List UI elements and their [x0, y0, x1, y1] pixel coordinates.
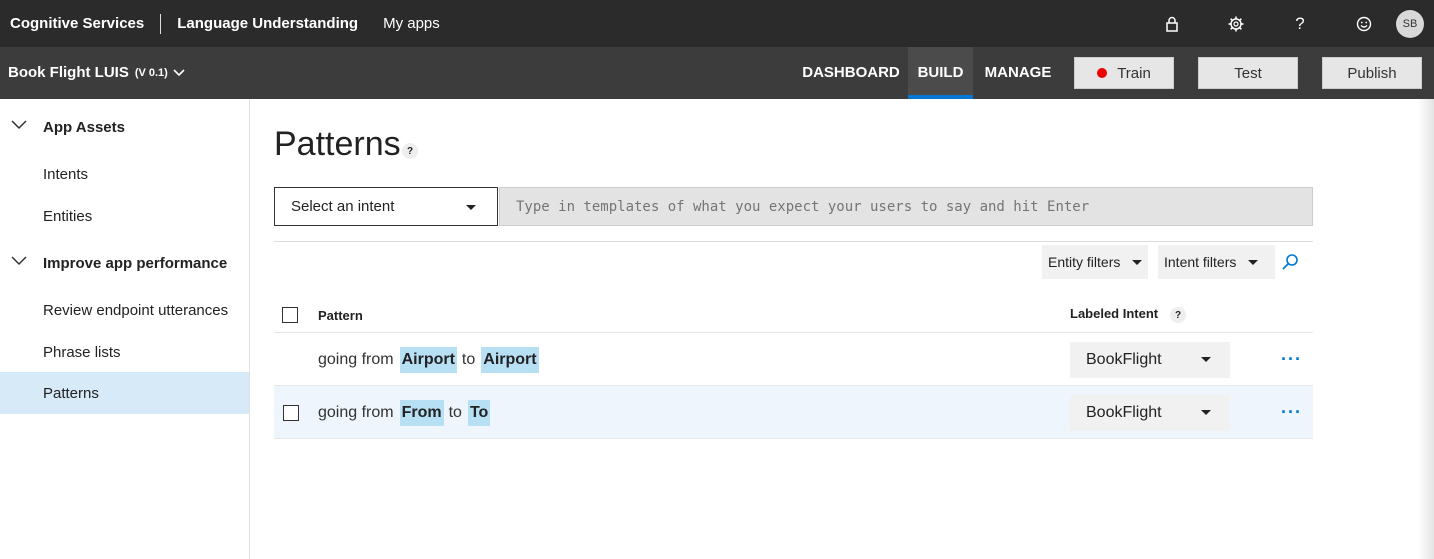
sidebar-item-label: Patterns — [43, 384, 99, 402]
caret-down-icon — [1248, 259, 1259, 265]
select-intent-label: Select an intent — [291, 198, 395, 215]
tab-build[interactable]: BUILD — [908, 47, 973, 99]
sidebar-item-label: Review endpoint utterances — [43, 301, 229, 319]
side-panel-shadow — [1418, 99, 1434, 559]
caret-down-icon — [1201, 357, 1211, 362]
caret-down-icon — [466, 205, 476, 210]
tab-dashboard[interactable]: DASHBOARD — [795, 47, 907, 99]
entity-filters-dropdown[interactable]: Entity filters — [1042, 245, 1148, 279]
top-bar: Cognitive Services Language Understandin… — [0, 0, 1434, 47]
row-checkbox[interactable] — [283, 405, 299, 421]
sidebar-item-review-endpoint[interactable]: Review endpoint utterances — [0, 289, 249, 331]
sidebar-item-intents[interactable]: Intents — [0, 153, 249, 195]
entity-token[interactable]: From — [399, 399, 444, 426]
sidebar-item-label: Phrase lists — [43, 343, 121, 361]
avatar[interactable]: SB — [1396, 9, 1424, 38]
select-intent-dropdown[interactable]: Select an intent — [274, 187, 498, 226]
column-header-labeled-intent[interactable]: Labeled Intent — [1070, 306, 1158, 321]
sidebar-item-label: Entities — [43, 207, 93, 225]
chevron-down-icon — [11, 120, 27, 130]
select-all-checkbox[interactable] — [282, 307, 298, 323]
entity-token[interactable]: Airport — [481, 346, 539, 373]
pattern-token: to — [461, 350, 476, 368]
more-options-icon[interactable]: ··· — [1281, 349, 1302, 370]
sidebar-item-phrase-lists[interactable]: Phrase lists — [0, 331, 249, 373]
labeled-intent-dropdown[interactable]: BookFlight — [1070, 342, 1230, 378]
my-apps-link[interactable]: My apps — [383, 15, 440, 32]
column-header-pattern[interactable]: Pattern — [318, 308, 363, 323]
entity-filters-label: Entity filters — [1048, 254, 1121, 270]
main-content: Patterns ? Select an intent Entity filte… — [250, 99, 1434, 559]
pattern-text: going from From to To — [318, 386, 495, 439]
train-label: Train — [1117, 64, 1151, 82]
sidebar-group-label: App Assets — [43, 118, 125, 136]
intent-filters-label: Intent filters — [1164, 254, 1237, 270]
brand-divider — [160, 13, 162, 34]
pattern-text: going from Airport to Airport — [318, 333, 544, 386]
gear-icon[interactable] — [1204, 0, 1268, 47]
page-title: Patterns — [274, 125, 401, 163]
labeled-intent-dropdown[interactable]: BookFlight — [1070, 395, 1230, 431]
app-selector[interactable]: Book Flight LUIS (V 0.1) — [8, 64, 186, 81]
train-button[interactable]: Train — [1074, 57, 1174, 89]
help-icon[interactable]: ? — [1170, 307, 1186, 323]
entity-token[interactable]: Airport — [399, 346, 457, 373]
pattern-token: to — [448, 403, 462, 421]
brand-link[interactable]: Cognitive Services — [10, 15, 144, 32]
table-row[interactable]: going from From to To BookFlight ··· — [274, 386, 1313, 439]
search-icon[interactable] — [1280, 252, 1300, 272]
entity-token[interactable]: To — [467, 399, 491, 426]
product-link[interactable]: Language Understanding — [177, 15, 358, 32]
labeled-intent-value: BookFlight — [1086, 404, 1162, 421]
table-row[interactable]: going from Airport to Airport BookFlight… — [274, 333, 1313, 386]
help-icon[interactable]: ? — [402, 143, 418, 159]
tab-manage[interactable]: MANAGE — [974, 47, 1062, 99]
publish-button[interactable]: Publish — [1322, 57, 1422, 89]
pattern-token: going from — [318, 350, 394, 368]
caret-down-icon — [1201, 410, 1211, 415]
pattern-input[interactable] — [499, 187, 1313, 226]
sidebar-item-entities[interactable]: Entities — [0, 195, 249, 237]
top-icons: ? SB — [1140, 0, 1434, 47]
app-version: (V 0.1) — [134, 66, 168, 79]
help-icon[interactable]: ? — [1268, 0, 1332, 47]
sidebar-group-improve[interactable]: Improve app performance — [0, 243, 249, 283]
sidebar-item-patterns[interactable]: Patterns — [0, 372, 249, 414]
pattern-token: going from — [318, 403, 394, 421]
lock-icon[interactable] — [1140, 0, 1204, 47]
app-bar: Book Flight LUIS (V 0.1) DASHBOARD BUILD… — [0, 47, 1434, 99]
chevron-down-icon — [173, 68, 185, 76]
train-status-dot — [1097, 68, 1108, 78]
divider — [274, 241, 1313, 242]
sidebar-item-label: Intents — [43, 165, 89, 183]
app-name: Book Flight LUIS — [8, 64, 129, 81]
labeled-intent-value: BookFlight — [1086, 351, 1162, 368]
sidebar: App Assets Intents Entities Improve app … — [0, 99, 250, 559]
sidebar-group-app-assets[interactable]: App Assets — [0, 107, 249, 147]
test-button[interactable]: Test — [1198, 57, 1298, 89]
smiley-icon[interactable] — [1332, 0, 1396, 47]
chevron-down-icon — [11, 256, 27, 266]
more-options-icon[interactable]: ··· — [1281, 402, 1302, 423]
sidebar-group-label: Improve app performance — [43, 254, 228, 272]
caret-down-icon — [1132, 259, 1143, 265]
intent-filters-dropdown[interactable]: Intent filters — [1158, 245, 1275, 279]
